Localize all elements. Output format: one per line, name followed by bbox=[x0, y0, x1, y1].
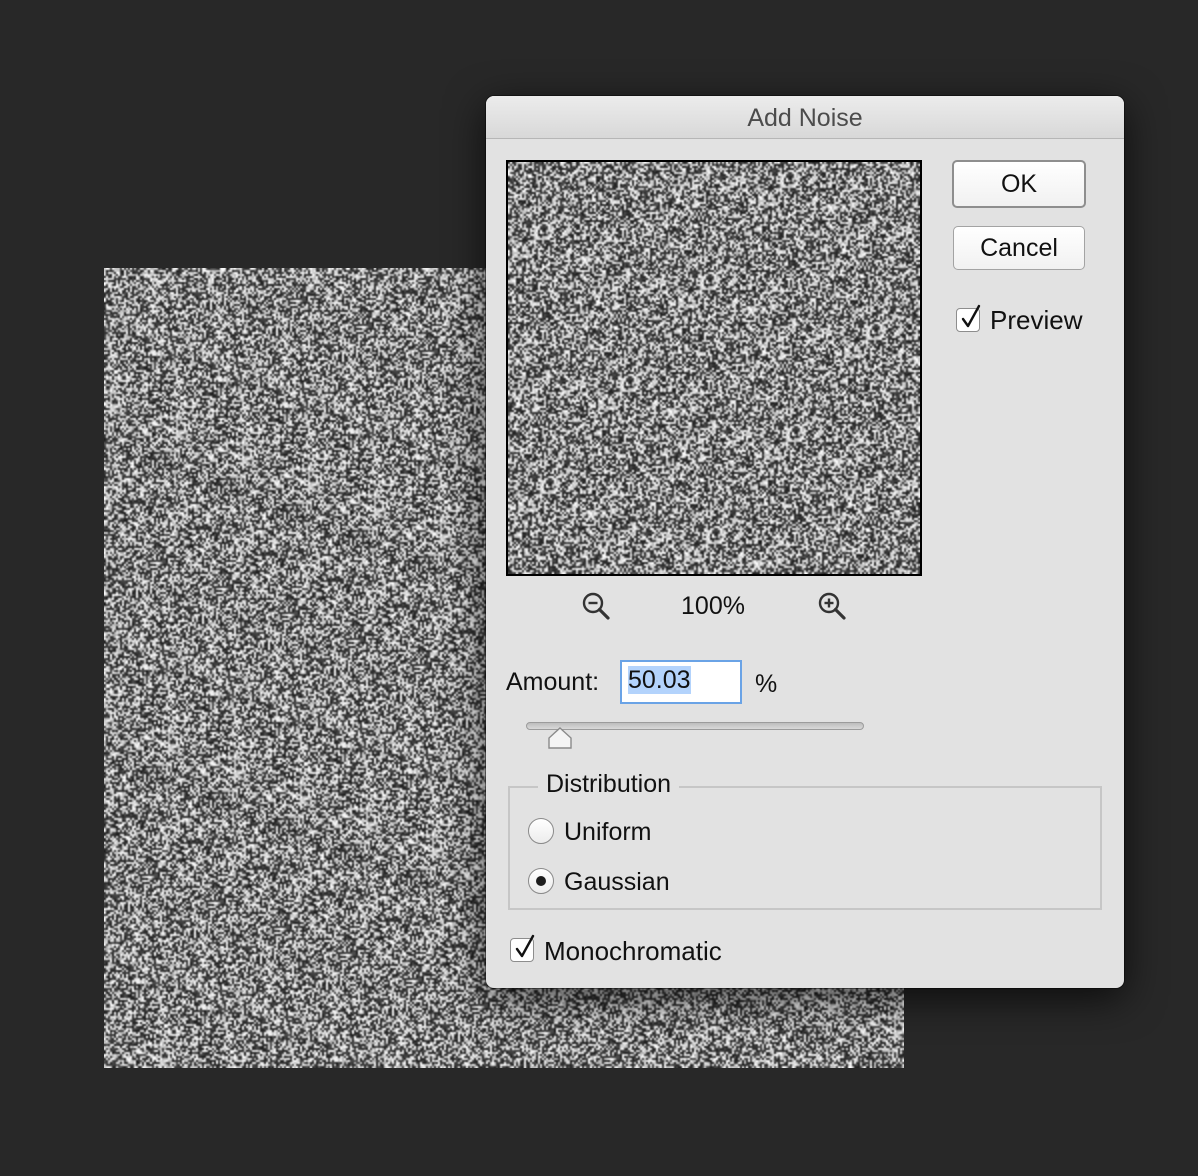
amount-label: Amount: bbox=[506, 668, 600, 696]
monochromatic-checkbox[interactable] bbox=[510, 934, 535, 962]
checkmark-icon bbox=[961, 304, 981, 328]
preview-label[interactable]: Preview bbox=[990, 305, 1082, 336]
add-noise-dialog: Add Noise 100% OK Cancel Preview Amount:… bbox=[486, 96, 1124, 988]
zoom-in-icon[interactable] bbox=[816, 590, 848, 622]
amount-slider-thumb[interactable] bbox=[547, 726, 573, 750]
distribution-legend: Distribution bbox=[538, 770, 680, 799]
preview-checkbox[interactable] bbox=[956, 304, 981, 332]
cancel-button[interactable]: Cancel bbox=[953, 226, 1085, 270]
gaussian-radio[interactable] bbox=[528, 868, 554, 894]
amount-unit: % bbox=[755, 670, 778, 698]
gaussian-label[interactable]: Gaussian bbox=[564, 868, 670, 897]
uniform-label[interactable]: Uniform bbox=[564, 818, 652, 847]
preview-noise-image bbox=[508, 162, 920, 574]
checkmark-icon bbox=[515, 934, 535, 958]
amount-input[interactable]: 50.03 bbox=[620, 660, 742, 704]
zoom-level: 100% bbox=[681, 592, 745, 620]
zoom-out-icon[interactable] bbox=[580, 590, 612, 622]
uniform-radio[interactable] bbox=[528, 818, 554, 844]
monochromatic-label[interactable]: Monochromatic bbox=[544, 936, 722, 967]
dialog-title[interactable]: Add Noise bbox=[486, 96, 1124, 139]
radio-selected-dot bbox=[536, 876, 546, 886]
amount-value: 50.03 bbox=[628, 666, 691, 694]
amount-slider-track[interactable] bbox=[526, 722, 864, 730]
ok-button[interactable]: OK bbox=[952, 160, 1086, 208]
filter-preview[interactable] bbox=[506, 160, 922, 576]
